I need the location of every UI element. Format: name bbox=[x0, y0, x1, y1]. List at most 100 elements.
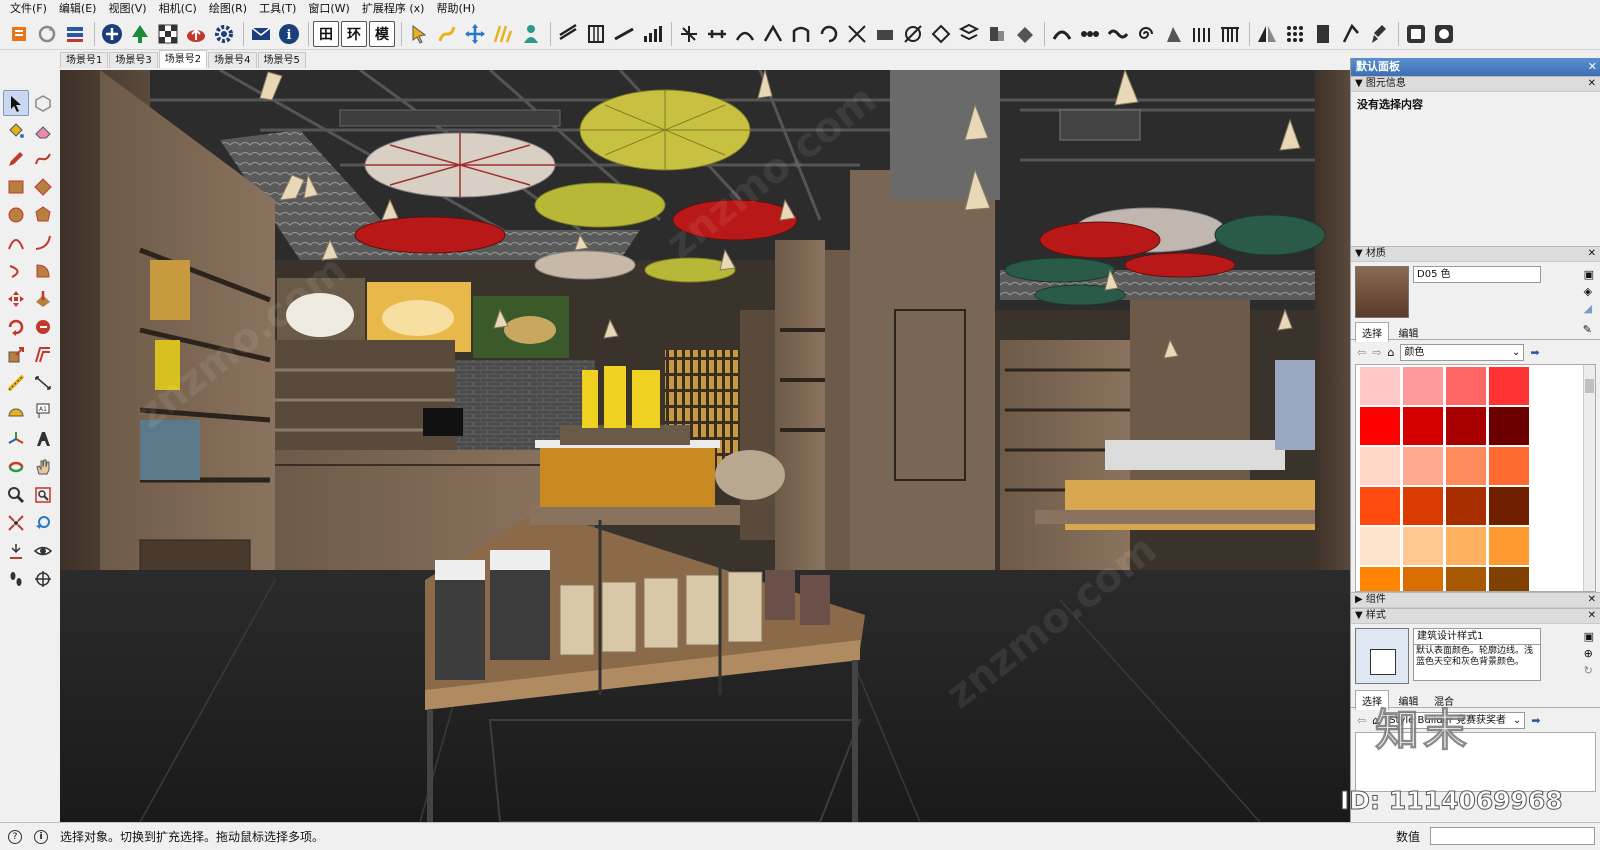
home-icon[interactable]: ⌂ bbox=[1387, 346, 1394, 359]
material-swatch[interactable] bbox=[1489, 367, 1529, 405]
plugin-tool-icon[interactable] bbox=[1049, 21, 1075, 47]
rectangle-icon[interactable] bbox=[3, 174, 29, 200]
section-plane-icon[interactable] bbox=[30, 566, 56, 592]
material-swatch[interactable] bbox=[1360, 527, 1400, 565]
gear-icon[interactable] bbox=[211, 21, 237, 47]
plugin-tool-icon[interactable] bbox=[984, 21, 1010, 47]
tree-upload-icon[interactable] bbox=[127, 21, 153, 47]
add-circle-icon[interactable] bbox=[99, 21, 125, 47]
person-icon[interactable] bbox=[518, 21, 544, 47]
plugin-tool-icon[interactable] bbox=[816, 21, 842, 47]
update-style-icon[interactable]: ⊕ bbox=[1584, 645, 1594, 662]
details-arrow-icon[interactable]: ➡ bbox=[1530, 346, 1539, 359]
position-camera-icon[interactable] bbox=[3, 538, 29, 564]
material-swatch[interactable] bbox=[1489, 407, 1529, 445]
menu-camera[interactable]: 相机(C) bbox=[153, 0, 203, 18]
material-swatch[interactable] bbox=[1403, 367, 1443, 405]
menu-tools[interactable]: 工具(T) bbox=[253, 0, 302, 18]
close-icon[interactable]: ✕ bbox=[1588, 609, 1596, 623]
material-swatch[interactable] bbox=[1360, 447, 1400, 485]
material-swatch[interactable] bbox=[1403, 567, 1443, 591]
material-swatch[interactable] bbox=[1403, 407, 1443, 445]
scrollbar-thumb[interactable] bbox=[1585, 379, 1594, 393]
close-icon[interactable]: ✕ bbox=[1588, 593, 1596, 607]
mail-icon[interactable] bbox=[248, 21, 274, 47]
material-swatch[interactable] bbox=[1489, 527, 1529, 565]
material-swatch[interactable] bbox=[1446, 407, 1486, 445]
3d-text-icon[interactable] bbox=[30, 426, 56, 452]
geo-location-icon[interactable]: ? bbox=[8, 829, 22, 844]
plugin-tool-icon[interactable] bbox=[844, 21, 870, 47]
plugin-tool-icon[interactable] bbox=[1077, 21, 1103, 47]
create-style-icon[interactable]: ▣ bbox=[1584, 628, 1594, 645]
plugin-tool-icon[interactable] bbox=[555, 21, 581, 47]
material-swatch[interactable] bbox=[1489, 487, 1529, 525]
door-icon[interactable] bbox=[1310, 21, 1336, 47]
walk-footprints-icon[interactable] bbox=[3, 566, 29, 592]
plugin-tool-icon[interactable] bbox=[1431, 21, 1457, 47]
plugin-tool-icon[interactable] bbox=[760, 21, 786, 47]
plugin-tool-icon[interactable] bbox=[956, 21, 982, 47]
plugin-tool-icon[interactable] bbox=[1105, 21, 1131, 47]
styles-header[interactable]: ▼ 样式 ✕ bbox=[1351, 608, 1600, 624]
sample-paint-icon[interactable]: ◈ bbox=[1584, 283, 1594, 300]
refresh-style-icon[interactable]: ↻ bbox=[1584, 662, 1594, 679]
tray-close-icon[interactable]: ✕ bbox=[1588, 58, 1597, 76]
zoom-window-icon[interactable] bbox=[30, 482, 56, 508]
menu-edit[interactable]: 编辑(E) bbox=[53, 0, 103, 18]
plugin-tool-icon[interactable] bbox=[1189, 21, 1215, 47]
paint-bucket-icon[interactable] bbox=[3, 118, 29, 144]
material-swatch[interactable] bbox=[1360, 567, 1400, 591]
material-swatch[interactable] bbox=[1403, 487, 1443, 525]
eyedropper-icon[interactable]: ✎ bbox=[1583, 323, 1592, 336]
plugin-tool-icon[interactable] bbox=[1403, 21, 1429, 47]
refresh-icon[interactable] bbox=[34, 21, 60, 47]
pencil-icon[interactable] bbox=[3, 146, 29, 172]
material-swatch[interactable] bbox=[1446, 527, 1486, 565]
scale-icon[interactable] bbox=[3, 342, 29, 368]
plugin-tool-icon[interactable] bbox=[1217, 21, 1243, 47]
close-icon[interactable]: ✕ bbox=[1588, 247, 1596, 261]
component-icon[interactable] bbox=[30, 90, 56, 116]
sketchup-logo-icon[interactable] bbox=[6, 21, 32, 47]
move-cross-icon[interactable] bbox=[462, 21, 488, 47]
material-library-select[interactable]: 颜色 ⌄ bbox=[1400, 343, 1525, 361]
plugin-tool-icon[interactable] bbox=[1012, 21, 1038, 47]
pie-icon[interactable] bbox=[30, 258, 56, 284]
material-swatch[interactable] bbox=[1360, 407, 1400, 445]
tab-scene-5[interactable]: 场景号5 bbox=[257, 52, 306, 68]
array-icon[interactable] bbox=[1282, 21, 1308, 47]
push-pull-icon[interactable] bbox=[30, 286, 56, 312]
offset-icon[interactable] bbox=[30, 342, 56, 368]
eraser-icon[interactable] bbox=[30, 118, 56, 144]
material-swatch[interactable] bbox=[1489, 567, 1529, 591]
stairs-icon[interactable] bbox=[490, 21, 516, 47]
two-point-arc-icon[interactable] bbox=[30, 230, 56, 256]
material-name-field[interactable]: D05 色 bbox=[1413, 266, 1541, 283]
plugin-tool-icon[interactable] bbox=[788, 21, 814, 47]
axes-icon[interactable] bbox=[3, 426, 29, 452]
menu-file[interactable]: 文件(F) bbox=[4, 0, 53, 18]
measurements-input[interactable] bbox=[1430, 827, 1595, 845]
path-icon[interactable] bbox=[434, 21, 460, 47]
grid-view-icon[interactable]: 田 bbox=[313, 20, 339, 47]
tab-materials-edit[interactable]: 编辑 bbox=[1393, 323, 1425, 342]
spiral-icon[interactable] bbox=[1133, 21, 1159, 47]
material-swatch[interactable] bbox=[1360, 487, 1400, 525]
tab-scene-2[interactable]: 场景号2 bbox=[158, 50, 208, 68]
material-swatch[interactable] bbox=[1489, 447, 1529, 485]
style-name-field[interactable]: 建筑设计样式1 bbox=[1413, 628, 1541, 645]
look-around-eye-icon[interactable] bbox=[30, 538, 56, 564]
details-arrow-icon[interactable]: ➡ bbox=[1531, 714, 1540, 727]
menu-help[interactable]: 帮助(H) bbox=[430, 0, 481, 18]
components-header[interactable]: ▶ 组件 ✕ bbox=[1351, 592, 1600, 608]
three-point-arc-icon[interactable] bbox=[3, 258, 29, 284]
material-swatch[interactable] bbox=[1360, 367, 1400, 405]
plugin-tool-icon[interactable] bbox=[1161, 21, 1187, 47]
brush-icon[interactable] bbox=[1366, 21, 1392, 47]
back-arrow-icon[interactable]: ⇦ bbox=[1357, 714, 1366, 727]
arc-icon[interactable] bbox=[3, 230, 29, 256]
follow-me-icon[interactable] bbox=[30, 314, 56, 340]
mirror-icon[interactable] bbox=[1254, 21, 1280, 47]
select-arrow-icon[interactable] bbox=[3, 90, 29, 116]
